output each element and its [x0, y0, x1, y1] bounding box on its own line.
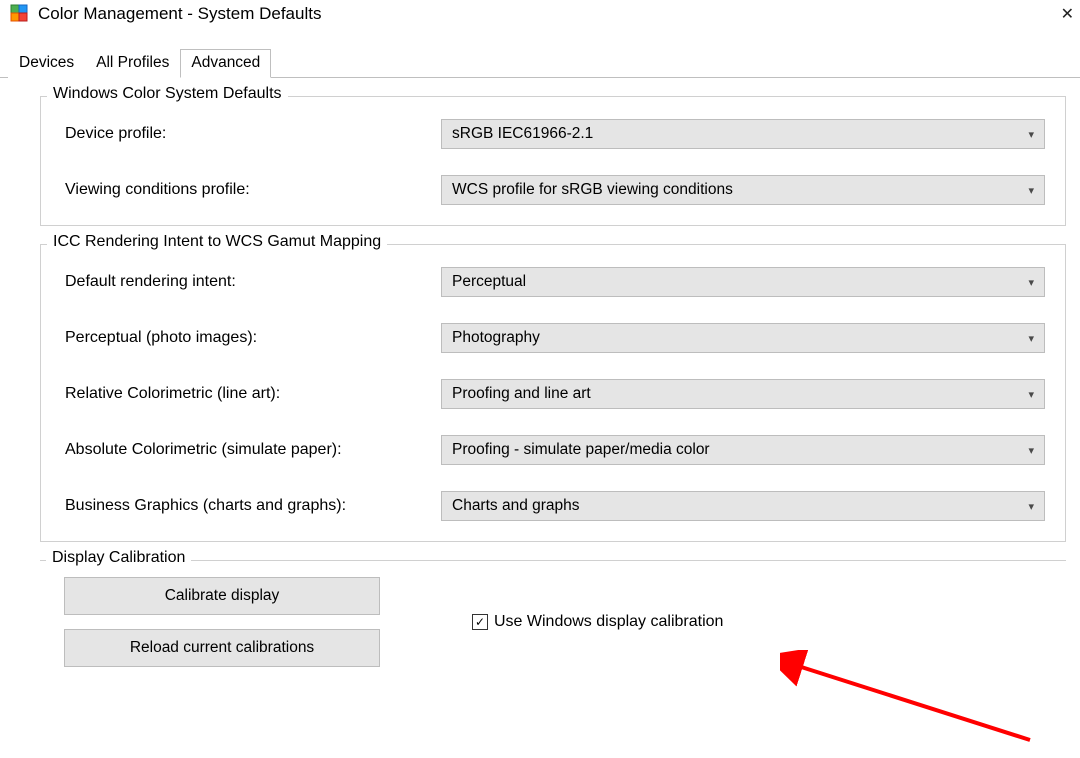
titlebar: Color Management - System Defaults ✕	[0, 0, 1080, 30]
color-management-icon	[10, 4, 30, 24]
chevron-down-icon: ▾	[1028, 128, 1034, 141]
tab-devices[interactable]: Devices	[8, 49, 85, 78]
select-relative-value: Proofing and line art	[452, 385, 591, 403]
checkbox-icon: ✓	[472, 614, 488, 630]
select-default-intent-value: Perceptual	[452, 273, 526, 291]
chevron-down-icon: ▾	[1028, 444, 1034, 457]
group-title-icc: ICC Rendering Intent to WCS Gamut Mappin…	[47, 233, 387, 251]
use-windows-calibration-label: Use Windows display calibration	[494, 613, 723, 631]
select-absolute-value: Proofing - simulate paper/media color	[452, 441, 710, 459]
chevron-down-icon: ▾	[1028, 276, 1034, 289]
use-windows-calibration-checkbox[interactable]: ✓ Use Windows display calibration	[472, 613, 723, 631]
select-business[interactable]: Charts and graphs ▾	[441, 491, 1045, 521]
group-display-calibration: Display Calibration Calibrate display Re…	[40, 560, 1066, 667]
select-absolute[interactable]: Proofing - simulate paper/media color ▾	[441, 435, 1045, 465]
select-device-profile[interactable]: sRGB IEC61966-2.1 ▾	[441, 119, 1045, 149]
tab-bar: Devices All Profiles Advanced	[0, 48, 1080, 78]
label-viewing-conditions: Viewing conditions profile:	[61, 181, 441, 199]
select-device-profile-value: sRGB IEC61966-2.1	[452, 125, 593, 143]
group-title-wcs: Windows Color System Defaults	[47, 85, 288, 103]
select-business-value: Charts and graphs	[452, 497, 580, 515]
close-icon[interactable]: ✕	[1061, 4, 1074, 24]
select-perceptual[interactable]: Photography ▾	[441, 323, 1045, 353]
calibrate-display-button[interactable]: Calibrate display	[64, 577, 380, 615]
group-title-calibration: Display Calibration	[46, 549, 191, 567]
chevron-down-icon: ▾	[1028, 500, 1034, 513]
group-icc-mapping: ICC Rendering Intent to WCS Gamut Mappin…	[40, 244, 1066, 542]
chevron-down-icon: ▾	[1028, 184, 1034, 197]
label-perceptual: Perceptual (photo images):	[61, 329, 441, 347]
chevron-down-icon: ▾	[1028, 388, 1034, 401]
window-title: Color Management - System Defaults	[38, 4, 321, 24]
label-device-profile: Device profile:	[61, 125, 441, 143]
group-wcs-defaults: Windows Color System Defaults Device pro…	[40, 96, 1066, 226]
select-perceptual-value: Photography	[452, 329, 540, 347]
select-viewing-conditions[interactable]: WCS profile for sRGB viewing conditions …	[441, 175, 1045, 205]
tab-advanced[interactable]: Advanced	[180, 49, 271, 78]
label-relative: Relative Colorimetric (line art):	[61, 385, 441, 403]
select-viewing-conditions-value: WCS profile for sRGB viewing conditions	[452, 181, 733, 199]
select-default-intent[interactable]: Perceptual ▾	[441, 267, 1045, 297]
tab-content: Windows Color System Defaults Device pro…	[0, 78, 1080, 667]
select-relative[interactable]: Proofing and line art ▾	[441, 379, 1045, 409]
label-business: Business Graphics (charts and graphs):	[61, 497, 441, 515]
reload-calibrations-button[interactable]: Reload current calibrations	[64, 629, 380, 667]
label-absolute: Absolute Colorimetric (simulate paper):	[61, 441, 441, 459]
tab-all-profiles[interactable]: All Profiles	[85, 49, 180, 78]
chevron-down-icon: ▾	[1028, 332, 1034, 345]
label-default-intent: Default rendering intent:	[61, 273, 441, 291]
